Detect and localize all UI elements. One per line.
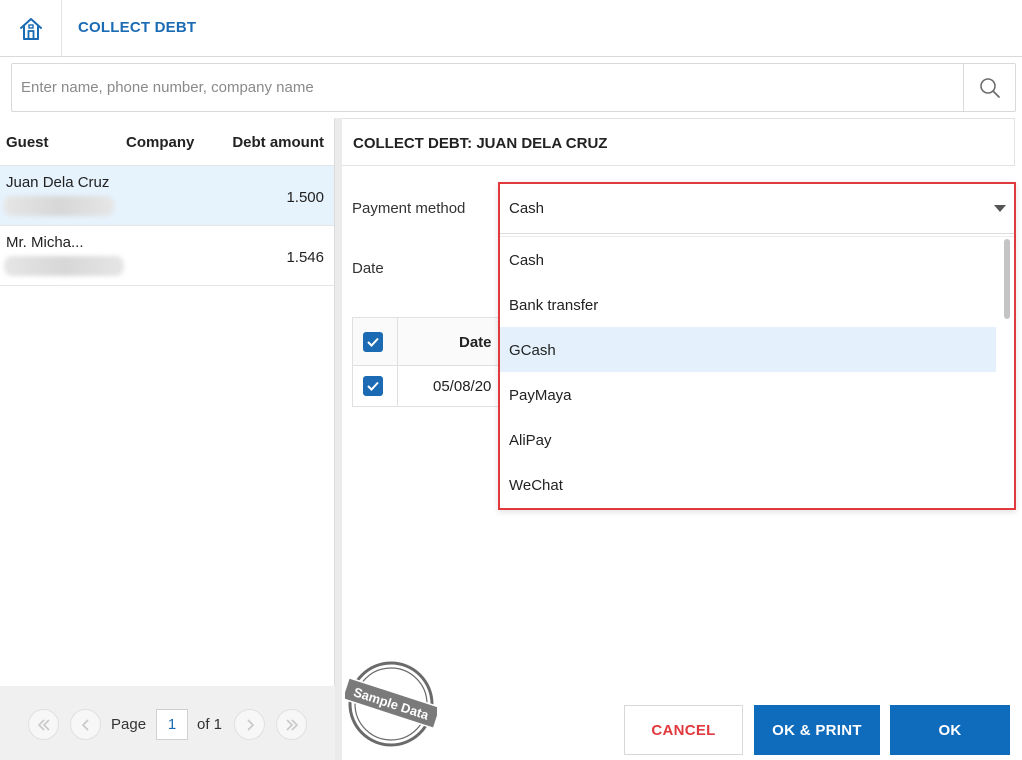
column-header-company[interactable]: Company [126, 134, 194, 151]
ok-button[interactable]: OK [890, 705, 1010, 755]
column-divider [397, 318, 398, 365]
table-header: Date [353, 318, 517, 366]
prev-page-button[interactable] [70, 709, 101, 740]
table-row[interactable]: 05/08/20 [353, 366, 517, 406]
home-button[interactable] [0, 0, 62, 57]
guest-list-panel: Guest Company Debt amount Juan Dela Cruz… [0, 118, 335, 760]
payment-method-select[interactable]: Cash [500, 184, 1014, 234]
panel-divider [335, 118, 342, 760]
caret-down-icon [994, 205, 1006, 212]
option-alipay[interactable]: AliPay [500, 417, 996, 462]
guest-name: Juan Dela Cruz [6, 174, 110, 191]
option-cash[interactable]: Cash [500, 237, 996, 282]
double-chevron-left-icon [37, 718, 50, 731]
blurred-detail [4, 196, 114, 216]
ok-print-button[interactable]: OK & PRINT [754, 705, 880, 755]
collect-debt-title: COLLECT DEBT: JUAN DELA CRUZ [342, 118, 1015, 166]
column-header-guest[interactable]: Guest [6, 134, 49, 151]
first-page-button[interactable] [28, 709, 59, 740]
column-divider [397, 366, 398, 406]
option-gcash[interactable]: GCash [500, 327, 996, 372]
last-page-button[interactable] [276, 709, 307, 740]
debt-amount: 1.546 [286, 249, 324, 266]
guest-list-header: Guest Company Debt amount [0, 118, 334, 166]
cancel-button[interactable]: CANCEL [624, 705, 743, 755]
check-icon [367, 381, 379, 391]
search-button[interactable] [963, 64, 1015, 111]
search-input[interactable] [12, 64, 964, 111]
sample-data-stamp: Sample Data [345, 661, 437, 747]
selected-payment-method: Cash [509, 200, 545, 217]
option-bank-transfer[interactable]: Bank transfer [500, 282, 996, 327]
dropdown-scrollbar[interactable] [1004, 239, 1010, 319]
debt-amount: 1.500 [286, 189, 324, 206]
double-chevron-right-icon [285, 718, 298, 731]
row-date: 05/08/20 [433, 378, 492, 395]
blurred-detail [4, 256, 124, 276]
guest-name: Mr. Micha... [6, 234, 84, 251]
page-total-label: of 1 [197, 716, 223, 733]
debt-items-table: Date 05/08/20 [352, 317, 517, 407]
payment-method-options: Cash Bank transfer GCash PayMaya AliPay … [500, 236, 1014, 508]
pagination: Page 1 of 1 [0, 686, 335, 760]
row-checkbox[interactable] [363, 376, 383, 396]
search-icon [979, 77, 1000, 98]
guest-row[interactable]: Juan Dela Cruz 1.500 [0, 166, 334, 226]
home-icon [19, 17, 42, 40]
guest-row[interactable]: Mr. Micha... 1.546 [0, 226, 334, 286]
option-wechat[interactable]: WeChat [500, 462, 996, 507]
option-paymaya[interactable]: PayMaya [500, 372, 996, 417]
page-number-input[interactable]: 1 [156, 709, 188, 740]
date-label: Date [352, 260, 384, 277]
page-label: Page [111, 716, 147, 733]
select-all-checkbox[interactable] [363, 332, 383, 352]
check-icon [367, 337, 379, 347]
top-bar: COLLECT DEBT [0, 0, 1022, 57]
payment-method-dropdown: Cash Cash Bank transfer GCash PayMaya Al… [498, 182, 1016, 510]
next-page-button[interactable] [234, 709, 265, 740]
column-header-date: Date [459, 334, 492, 351]
page-title: COLLECT DEBT [78, 19, 197, 36]
payment-method-label: Payment method [352, 200, 466, 217]
chevron-right-icon [246, 718, 254, 731]
chevron-left-icon [81, 718, 89, 731]
search-bar [11, 63, 1016, 112]
column-header-debt-amount[interactable]: Debt amount [232, 134, 324, 151]
